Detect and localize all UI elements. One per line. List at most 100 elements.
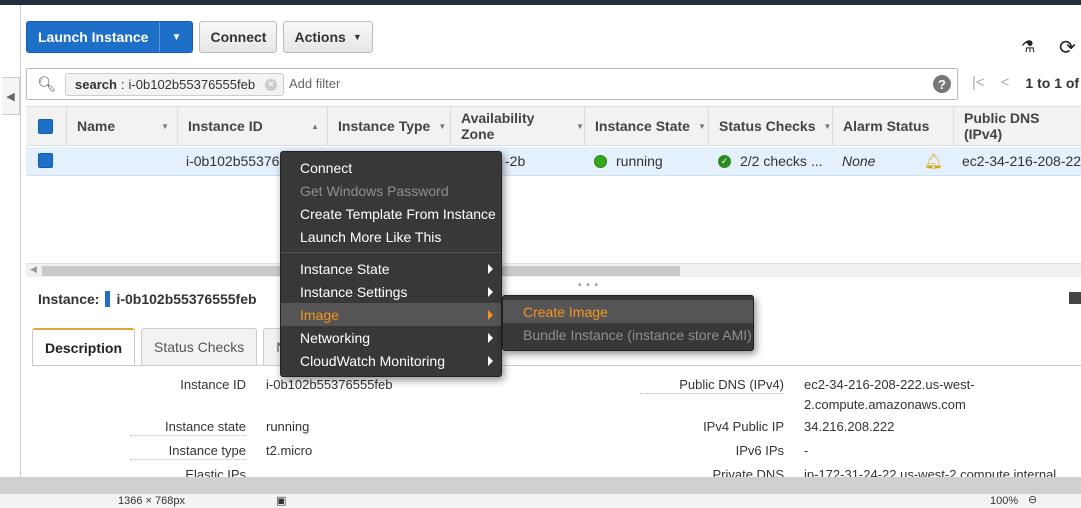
col-instance-id-label: Instance ID — [188, 118, 263, 134]
tab-description[interactable]: Description — [32, 328, 136, 365]
value-ipv4-public-ip: 34.216.208.222 — [804, 419, 895, 434]
label-ipv6-ips: IPv6 IPs — [735, 443, 784, 458]
top-bar — [0, 0, 1081, 5]
launch-instance-label[interactable]: Launch Instance — [27, 22, 161, 52]
collapse-nav-icon[interactable]: ◀ — [2, 77, 20, 115]
window-scrollbar[interactable] — [0, 477, 1081, 494]
col-instance-state[interactable]: Instance State ▼ — [584, 107, 708, 145]
detail-tabs: Description Status Checks N — [32, 328, 300, 365]
tab-status-checks[interactable]: Status Checks — [141, 328, 258, 365]
toolbar: Launch Instance ▼ Connect Actions ▼ — [26, 21, 373, 53]
detail-header-marker — [105, 291, 111, 307]
add-filter-input[interactable]: Add filter — [289, 76, 340, 91]
submenu-arrow-icon — [488, 356, 493, 366]
menu-item-cloudwatch[interactable]: CloudWatch Monitoring — [281, 349, 501, 372]
table-row[interactable]: i-0b102b55376 -2b running ✓ 2/2 checks ..… — [26, 147, 1081, 176]
col-name-label: Name — [77, 118, 116, 134]
row-checkbox[interactable] — [38, 153, 53, 168]
filter-token[interactable]: search : i-0b102b55376555feb ✕ — [65, 73, 285, 96]
col-alarm-status[interactable]: Alarm Status — [832, 107, 952, 145]
search-icon: 🔍︎ — [37, 76, 57, 93]
status-bar: 1366 × 768px ▣ 100% ⊖ — [0, 494, 1081, 508]
horizontal-scrollbar[interactable]: ◀ — [26, 263, 1081, 277]
cell-state: running — [594, 147, 663, 175]
menu-item-instance-settings-label: Instance Settings — [300, 283, 408, 300]
menu-item-launch-more[interactable]: Launch More Like This — [281, 225, 501, 248]
menu-item-instance-settings[interactable]: Instance Settings — [281, 280, 501, 303]
cell-state-label: running — [616, 153, 663, 169]
pagination: |< < 1 to 1 of — [972, 74, 1079, 91]
connect-label: Connect — [210, 29, 267, 45]
launch-dropdown-chevron-icon[interactable]: ▼ — [160, 22, 192, 52]
menu-item-get-windows-password: Get Windows Password — [300, 182, 449, 199]
detail-header-label: Instance: — [38, 291, 100, 307]
sort-icon: ▼ — [576, 121, 584, 131]
col-state-label: Instance State — [595, 118, 690, 134]
value-instance-id: i-0b102b55376555feb — [266, 377, 393, 392]
col-status-checks-label: Status Checks — [719, 118, 816, 134]
save-icon[interactable]: ▣ — [276, 494, 286, 507]
sort-icon: ▼ — [823, 121, 832, 131]
menu-item-instance-state[interactable]: Instance State — [281, 257, 501, 280]
col-status-checks[interactable]: Status Checks ▼ — [708, 107, 832, 145]
value-instance-type: t2.micro — [266, 443, 313, 458]
menu-item-networking[interactable]: Networking — [281, 326, 501, 349]
col-availability-zone[interactable]: Availability Zone ▼ — [450, 107, 584, 145]
connect-button[interactable]: Connect — [199, 21, 278, 53]
cell-public-dns: ec2-34-216-208-222 — [962, 153, 1081, 169]
filter-token-sep: : — [120, 77, 125, 92]
col-public-dns-label: Public DNS (IPv4) — [964, 110, 1040, 142]
value-public-dns-cont: 2.compute.amazonaws.com — [804, 397, 966, 412]
cell-status-checks-label: 2/2 checks ... — [740, 153, 823, 169]
menu-item-instance-state-label: Instance State — [300, 260, 390, 277]
col-name[interactable]: Name ▼ — [66, 107, 177, 145]
menu-item-image-label: Image — [300, 306, 339, 323]
flask-icon[interactable]: ⚗ — [1021, 37, 1035, 57]
label-public-dns: Public DNS (IPv4) — [640, 377, 784, 394]
label-instance-id: Instance ID — [180, 377, 246, 392]
menu-item-bundle-instance: Bundle Instance (instance store AMI) — [523, 326, 752, 343]
resize-grip-icon[interactable]: • • • — [578, 280, 599, 291]
help-icon[interactable]: ? — [933, 75, 951, 93]
submenu-arrow-icon — [488, 333, 493, 343]
filter-token-key: search — [75, 77, 117, 92]
prev-page-icon[interactable]: < — [1001, 74, 1010, 91]
col-instance-type[interactable]: Instance Type ▼ — [327, 107, 449, 145]
launch-instance-button[interactable]: Launch Instance ▼ — [26, 21, 194, 53]
col-public-dns[interactable]: Public DNS (IPv4) — [953, 107, 1081, 145]
sort-icon: ▼ — [438, 121, 447, 131]
label-instance-type: Instance type — [130, 443, 246, 460]
left-nav-gutter: ◀ — [0, 5, 21, 477]
menu-item-networking-label: Networking — [300, 329, 371, 346]
col-instance-id[interactable]: Instance ID ▲ — [177, 107, 327, 145]
first-page-icon[interactable]: |< — [972, 74, 985, 91]
submenu-arrow-icon — [488, 310, 493, 320]
menu-separator — [281, 252, 501, 253]
col-alarm-label: Alarm Status — [843, 118, 930, 134]
refresh-icon[interactable]: ⟳ — [1059, 35, 1076, 60]
value-ipv6-ips: - — [804, 443, 809, 458]
page-count: 1 to 1 of — [1025, 74, 1080, 91]
actions-label: Actions — [294, 29, 346, 45]
image-submenu: Create Image Bundle Instance (instance s… — [502, 295, 754, 351]
sort-icon: ▼ — [697, 121, 706, 131]
submenu-arrow-icon — [488, 287, 493, 297]
label-instance-state: Instance state — [130, 419, 246, 436]
select-all-checkbox[interactable] — [38, 119, 53, 134]
cell-alarm-status: None — [842, 153, 876, 169]
menu-item-connect[interactable]: Connect — [281, 156, 501, 179]
menu-item-create-image[interactable]: Create Image — [503, 300, 753, 323]
scroll-left-icon[interactable]: ◀ — [30, 264, 37, 275]
zoom-out-icon[interactable]: ⊖ — [1028, 493, 1037, 506]
col-instance-type-label: Instance Type — [338, 118, 431, 134]
value-public-dns: ec2-34-216-208-222.us-west- — [804, 377, 975, 392]
actions-button[interactable]: Actions ▼ — [283, 21, 373, 53]
dimensions-readout: 1366 × 768px — [118, 495, 185, 507]
remove-filter-icon[interactable]: ✕ — [265, 78, 278, 91]
create-alarm-icon[interactable]: 🔔︎ — [924, 147, 943, 175]
cell-instance-id: i-0b102b55376 — [186, 153, 280, 169]
pane-layout-icon[interactable] — [1069, 292, 1081, 304]
filter-token-value: i-0b102b55376555feb — [128, 77, 256, 92]
menu-item-create-template[interactable]: Create Template From Instance — [281, 202, 501, 225]
menu-item-image[interactable]: Image — [281, 303, 501, 326]
